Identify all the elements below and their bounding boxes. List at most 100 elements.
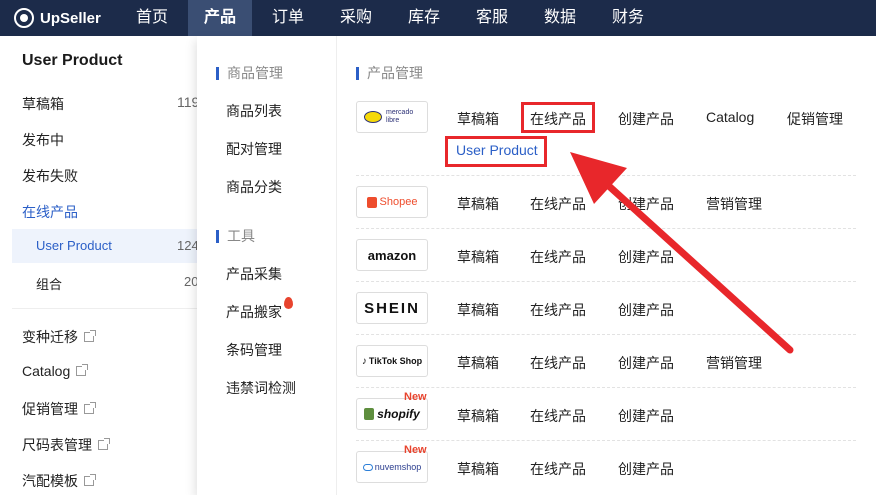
sidebar-item-auto-parts[interactable]: 汽配模板 <box>22 471 96 491</box>
section-title: 产品管理 <box>367 65 423 81</box>
highlight-online-products <box>521 102 595 133</box>
shopee-drafts-link[interactable]: 草稿箱 <box>457 194 499 214</box>
row-divider <box>356 440 856 441</box>
external-link-icon <box>84 474 96 486</box>
products-dropdown: 商品管理 商品列表 配对管理 商品分类 工具 产品采集 产品搬家 条码管理 违禁… <box>197 36 876 495</box>
sidebar-item-drafts[interactable]: 草稿箱 <box>22 94 64 114</box>
row-divider <box>356 334 856 335</box>
ml-promotion-link[interactable]: 促销管理 <box>787 109 843 129</box>
ml-create-link[interactable]: 创建产品 <box>618 109 674 129</box>
amazon-online-link[interactable]: 在线产品 <box>530 247 586 267</box>
menu-move[interactable]: 产品搬家 <box>226 297 293 322</box>
platform-name: shopify <box>377 407 420 421</box>
shopify-online-link[interactable]: 在线产品 <box>530 406 586 426</box>
tiktok-marketing-link[interactable]: 营销管理 <box>706 353 762 373</box>
tiktok-shop-logo: ♪ TikTok Shop <box>356 345 428 377</box>
nav-finance[interactable]: 财务 <box>596 0 660 36</box>
nav-home[interactable]: 首页 <box>120 0 184 36</box>
shein-online-link[interactable]: 在线产品 <box>530 300 586 320</box>
sidebar-sub-count: 124 <box>177 238 199 253</box>
shopee-online-link[interactable]: 在线产品 <box>530 194 586 214</box>
sidebar-item-promotion[interactable]: 促销管理 <box>22 399 96 419</box>
shein-drafts-link[interactable]: 草稿箱 <box>457 300 499 320</box>
sidebar-sub-label: User Product <box>36 238 112 253</box>
tiktok-create-link[interactable]: 创建产品 <box>618 353 674 373</box>
amazon-drafts-link[interactable]: 草稿箱 <box>457 247 499 267</box>
section-product-mgmt: 商品管理 <box>216 63 283 83</box>
brand-logo[interactable]: UpSeller <box>0 8 120 28</box>
tiktok-online-link[interactable]: 在线产品 <box>530 353 586 373</box>
shopee-logo: Shopee <box>356 186 428 218</box>
row-divider <box>356 175 856 176</box>
platform-name: amazon <box>367 247 417 263</box>
sidebar-sub-user-product[interactable]: User Product 124 <box>12 229 199 263</box>
nav-service[interactable]: 客服 <box>460 0 524 36</box>
shopify-drafts-link[interactable]: 草稿箱 <box>457 406 499 426</box>
sidebar-item-label: Catalog <box>22 363 71 379</box>
nav-orders[interactable]: 订单 <box>256 0 320 36</box>
sidebar-item-label: 尺码表管理 <box>22 437 92 453</box>
nav-inventory[interactable]: 库存 <box>392 0 456 36</box>
sidebar-item-label: 促销管理 <box>22 401 78 417</box>
platform-name: TikTok Shop <box>368 356 423 366</box>
menu-collect[interactable]: 产品采集 <box>226 264 282 284</box>
menu-barcode[interactable]: 条码管理 <box>226 340 282 360</box>
sidebar-item-online[interactable]: 在线产品 <box>22 202 78 222</box>
shopee-marketing-link[interactable]: 营销管理 <box>706 194 762 214</box>
nav-products[interactable]: 产品 <box>188 0 252 36</box>
sidebar-item-publish-failed[interactable]: 发布失败 <box>22 166 78 186</box>
upseller-logo-icon <box>14 8 34 28</box>
ml-drafts-link[interactable]: 草稿箱 <box>457 109 499 129</box>
shopify-create-link[interactable]: 创建产品 <box>618 406 674 426</box>
nav-purchase[interactable]: 采购 <box>324 0 388 36</box>
sidebar-item-variant-migrate[interactable]: 变种迁移 <box>22 327 96 347</box>
section-title: 工具 <box>227 228 255 244</box>
sidebar-item-label: 汽配模板 <box>22 473 78 489</box>
shopify-bag-icon <box>364 408 375 420</box>
sidebar-count-drafts: 119 <box>177 94 200 110</box>
amazon-logo: amazon <box>356 239 428 271</box>
platform-name: Shopee <box>379 196 418 208</box>
shopee-create-link[interactable]: 创建产品 <box>618 194 674 214</box>
sidebar-item-catalog[interactable]: Catalog <box>22 363 89 379</box>
external-link-icon <box>76 364 89 376</box>
hot-fire-icon <box>284 297 293 309</box>
sidebar-title: User Product <box>22 52 123 69</box>
shopee-bag-icon <box>366 196 377 208</box>
brand-name: UpSeller <box>40 9 101 27</box>
mercadolibre-logo: mercado libre <box>356 101 428 133</box>
new-badge: New <box>404 444 427 456</box>
menu-category[interactable]: 商品分类 <box>226 177 282 197</box>
amazon-create-link[interactable]: 创建产品 <box>618 247 674 267</box>
tiktok-note-icon: ♪ <box>361 355 367 367</box>
external-link-icon <box>98 438 110 450</box>
nav-data[interactable]: 数据 <box>528 0 592 36</box>
menu-column-left: 商品管理 商品列表 配对管理 商品分类 工具 产品采集 产品搬家 条码管理 违禁… <box>197 36 337 495</box>
new-badge: New <box>404 391 427 403</box>
sidebar-item-size-chart[interactable]: 尺码表管理 <box>22 435 110 455</box>
section-platform-products: 产品管理 <box>356 63 423 83</box>
section-tools: 工具 <box>216 226 255 246</box>
top-nav: UpSeller 首页 产品 订单 采购 库存 客服 数据 财务 <box>0 0 876 36</box>
menu-move-label: 产品搬家 <box>226 304 282 320</box>
platform-name: nuvemshop <box>374 462 422 472</box>
sidebar-sub-combo[interactable]: 组合 20 <box>12 265 199 299</box>
sidebar: User Product 草稿箱 119 发布中 发布失败 在线产品 User … <box>0 36 200 495</box>
row-divider <box>356 228 856 229</box>
shein-create-link[interactable]: 创建产品 <box>618 300 674 320</box>
nuvemshop-online-link[interactable]: 在线产品 <box>530 459 586 479</box>
menu-product-list[interactable]: 商品列表 <box>226 101 282 121</box>
sidebar-item-publishing[interactable]: 发布中 <box>22 130 64 150</box>
ml-catalog-link[interactable]: Catalog <box>706 109 754 125</box>
external-link-icon <box>84 402 96 414</box>
external-link-icon <box>84 330 96 342</box>
nuvemshop-create-link[interactable]: 创建产品 <box>618 459 674 479</box>
row-divider <box>356 387 856 388</box>
row-divider <box>356 281 856 282</box>
menu-banned-words[interactable]: 违禁词检测 <box>226 378 296 398</box>
tiktok-drafts-link[interactable]: 草稿箱 <box>457 353 499 373</box>
nuvemshop-drafts-link[interactable]: 草稿箱 <box>457 459 499 479</box>
handshake-icon <box>364 111 382 123</box>
menu-pairing[interactable]: 配对管理 <box>226 139 282 159</box>
highlight-user-product <box>445 136 547 167</box>
